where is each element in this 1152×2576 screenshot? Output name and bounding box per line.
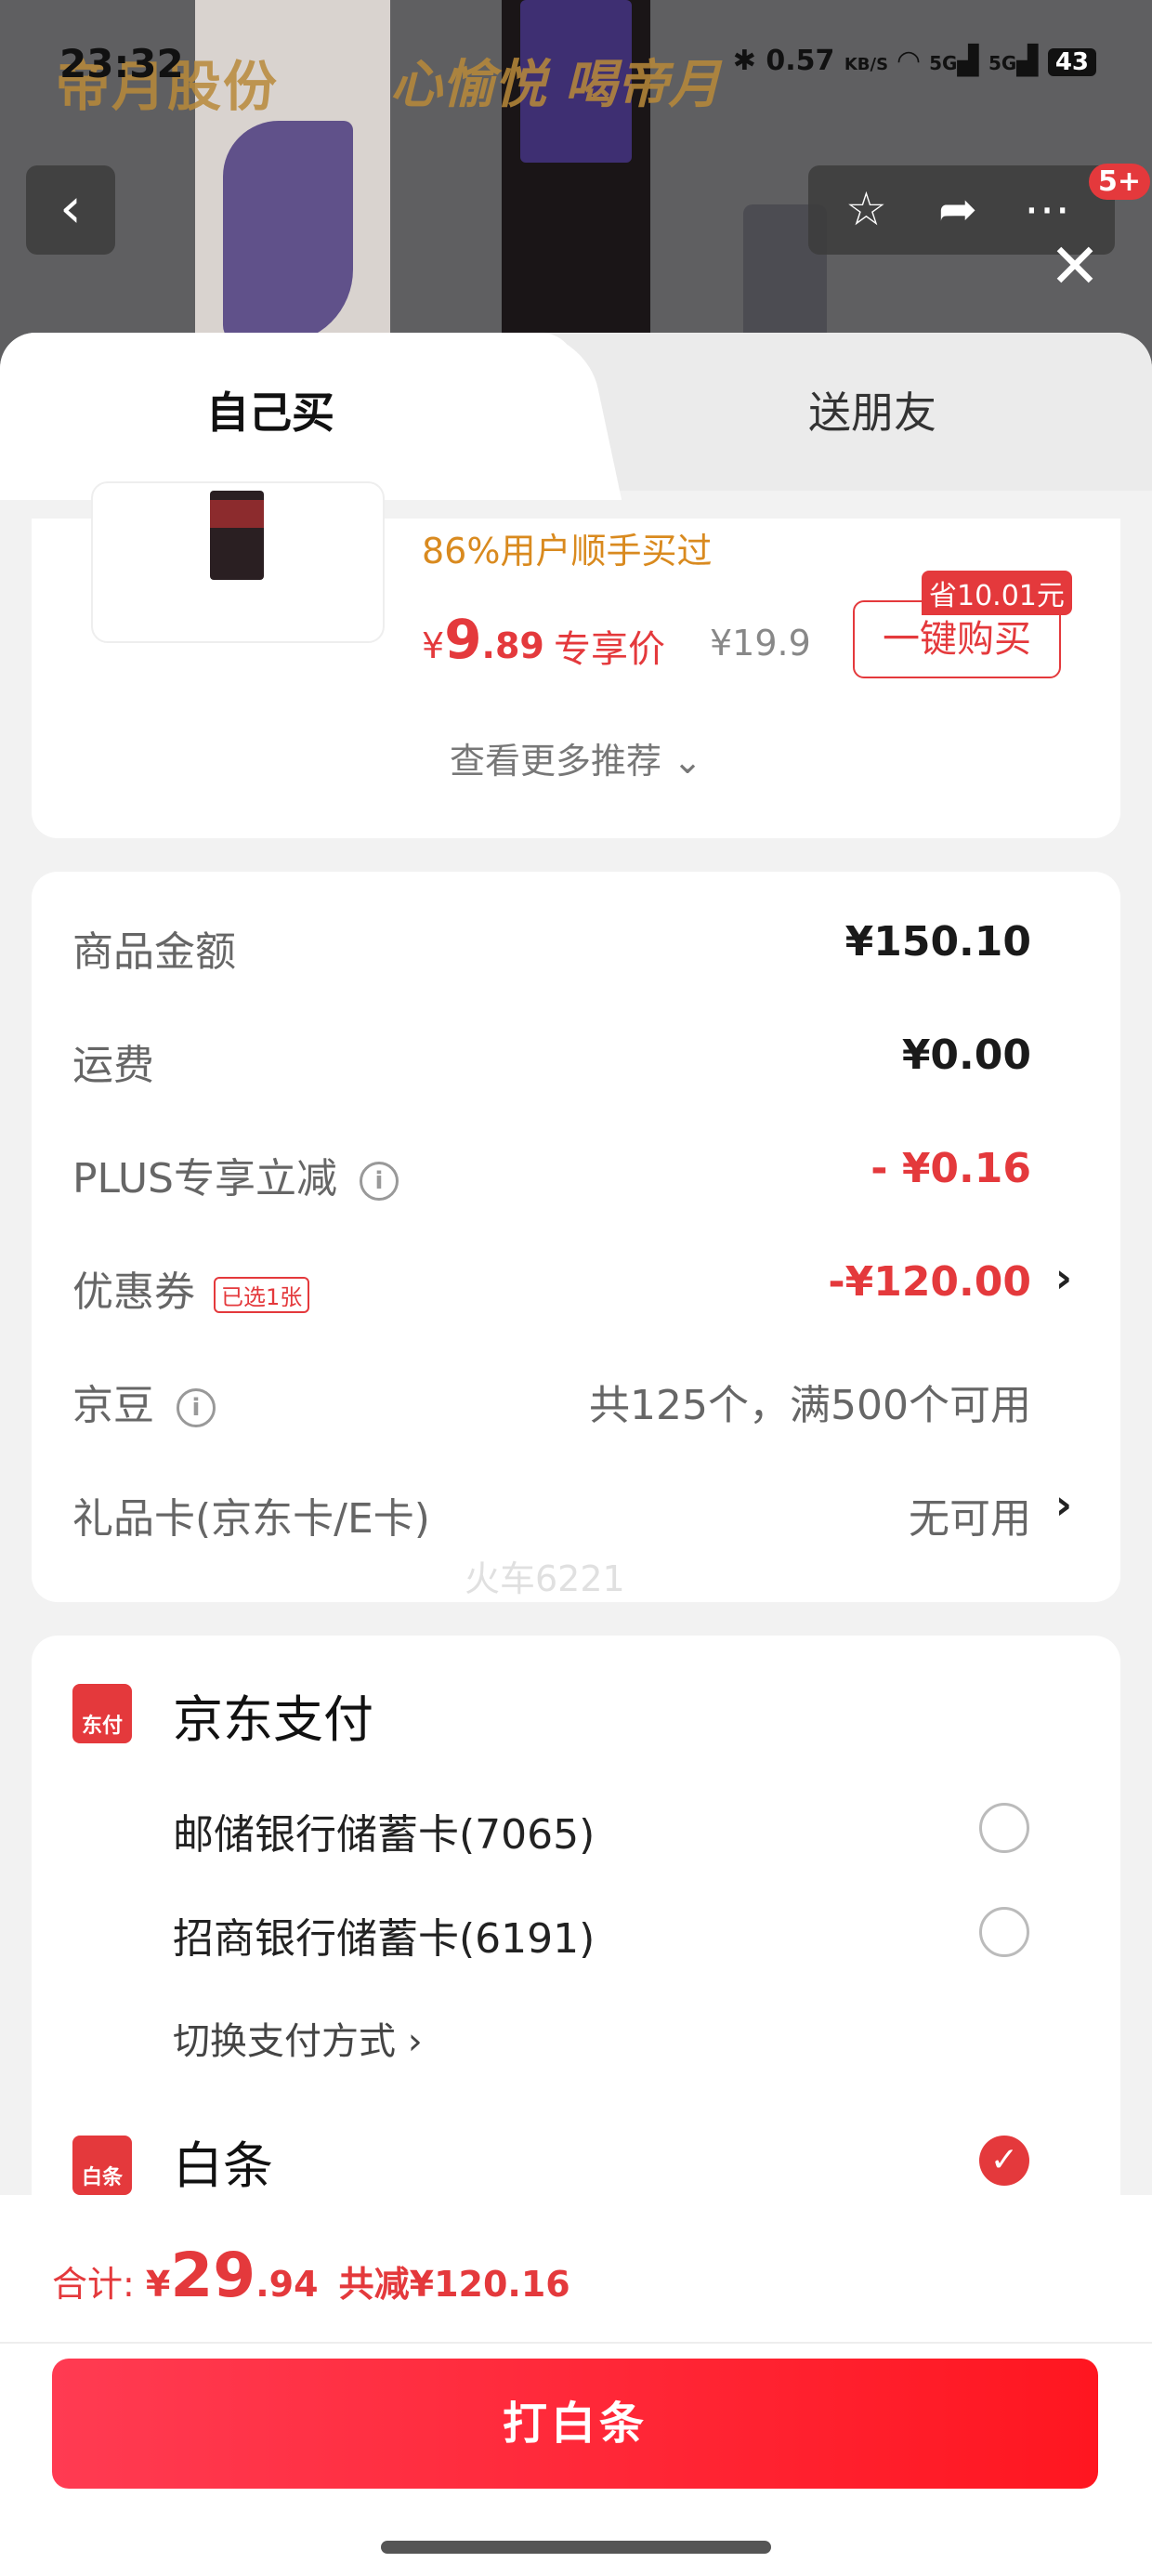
fee-summary-card: 商品金额 ¥150.10 运费 ¥0.00 PLUS专享立减i - ¥0.16 … — [32, 872, 1120, 1602]
coupon-row[interactable]: 优惠券已选1张 — [72, 1258, 309, 1318]
jd-pay-icon: 东付 — [72, 1684, 132, 1743]
more-icon[interactable]: ⋯ — [1024, 182, 1070, 236]
recommendation-card: 86%用户顺手买过 ¥9.89 专享价 ¥19.9 一键购买 省10.01元 查… — [32, 519, 1120, 838]
total-label: 合计: — [52, 2264, 135, 2305]
radio-psbc[interactable] — [979, 1803, 1029, 1853]
notification-badge: 5+ — [1089, 164, 1150, 200]
price-dec: .89 — [482, 625, 544, 666]
switch-payment-label: 切换支付方式 — [173, 2020, 396, 2063]
baitiao-icon: 白条 — [72, 2136, 132, 2195]
signal-5g-1: 5G — [929, 52, 957, 74]
chevron-right-icon[interactable]: › — [1055, 1255, 1072, 1302]
brand-slogan: 心愉悦 喝帝月 — [390, 43, 721, 118]
signal-bars-icon: ▟ — [1016, 45, 1038, 77]
battery-icon: 43 — [1048, 48, 1096, 76]
signal-bars-icon: ▟ — [957, 45, 978, 77]
share-icon[interactable]: ➦ — [938, 182, 977, 236]
net-speed: 0.57 — [766, 45, 834, 77]
shipping-label: 运费 — [72, 1032, 154, 1091]
pay-with-baitiao-button[interactable]: 打白条 — [52, 2359, 1098, 2489]
watermark-text: 火车6221 — [465, 1550, 625, 1601]
chevron-right-icon[interactable]: › — [1055, 1481, 1072, 1529]
bluetooth-icon: ✱ — [733, 45, 756, 77]
jd-pay-icon-label: 东付 — [82, 1715, 123, 1738]
favorite-star-icon[interactable]: ☆ — [845, 182, 887, 236]
goods-amount-value: ¥150.10 — [845, 918, 1031, 966]
coupon-selected-tag: 已选1张 — [214, 1277, 309, 1313]
tab-buy-self[interactable]: 自己买 — [206, 379, 334, 440]
total-summary: 合计: ¥29.94 共减¥120.16 — [52, 2240, 570, 2311]
chevron-left-icon: ‹ — [59, 176, 82, 241]
info-icon[interactable]: i — [177, 1388, 216, 1427]
coupon-label: 优惠券 — [72, 1268, 195, 1316]
baitiao-icon-label: 白条 — [82, 2166, 123, 2189]
total-dec: .94 — [255, 2264, 318, 2305]
divider — [0, 2342, 1152, 2344]
gift-card-value: 无可用 — [909, 1485, 1031, 1544]
radio-cmb[interactable] — [979, 1907, 1029, 1957]
close-icon[interactable]: ✕ — [1042, 236, 1107, 301]
bank-card-psbc[interactable]: 邮储银行储蓄卡(7065) — [173, 1801, 595, 1860]
back-button[interactable]: ‹ — [26, 165, 115, 255]
recommend-product-thumb[interactable] — [91, 481, 385, 643]
shipping-value: ¥0.00 — [902, 1032, 1031, 1079]
jd-beans-row: 京豆 i — [72, 1372, 216, 1431]
status-icons: ✱ 0.57 KB/S ◠ 5G▟ 5G▟ 43 — [733, 45, 1096, 77]
original-price: ¥19.9 — [710, 623, 811, 664]
price-currency: ¥ — [422, 625, 444, 666]
recommend-price: ¥9.89 — [422, 608, 544, 671]
jd-beans-value: 共125个，满500个可用 — [589, 1372, 1031, 1431]
jd-pay-title: 京东支付 — [173, 1678, 373, 1752]
goods-amount-label: 商品金额 — [72, 918, 236, 978]
chevron-right-icon: › — [408, 2020, 423, 2063]
jd-beans-label: 京豆 — [72, 1382, 154, 1429]
price-int: 9 — [444, 608, 481, 671]
plus-discount-label: PLUS专享立减 — [72, 1155, 337, 1203]
chevron-down-icon: ⌄ — [673, 741, 702, 782]
coupon-value: -¥120.00 — [828, 1258, 1031, 1306]
info-icon[interactable]: i — [360, 1162, 399, 1201]
radio-baitiao-checked[interactable]: ✓ — [979, 2136, 1029, 2186]
status-time: 23:32 — [59, 41, 184, 86]
net-unit: KB/S — [844, 55, 888, 74]
see-more-label: 查看更多推荐 — [450, 741, 661, 782]
wifi-icon: ◠ — [898, 45, 920, 77]
baitiao-title[interactable]: 白条 — [173, 2124, 273, 2198]
recommend-percent-text: 86%用户顺手买过 — [422, 522, 712, 573]
plus-discount-value: - ¥0.16 — [871, 1145, 1031, 1192]
exclusive-price-label: 专享价 — [554, 619, 665, 673]
see-more-recommendations[interactable]: 查看更多推荐 ⌄ — [32, 732, 1120, 783]
battery-level: 43 — [1055, 48, 1089, 76]
home-indicator[interactable] — [381, 2541, 771, 2554]
gift-card-label: 礼品卡(京东卡/E卡) — [72, 1485, 430, 1544]
plus-discount-row: PLUS专享立减 i — [72, 1145, 399, 1204]
tab-gift-friend[interactable]: 送朋友 — [808, 379, 936, 440]
switch-payment-method[interactable]: 切换支付方式 › — [173, 2011, 423, 2065]
signal-5g-2: 5G — [988, 52, 1016, 74]
checkout-footer: 合计: ¥29.94 共减¥120.16 打白条 — [0, 2195, 1152, 2576]
total-saved: 共减¥120.16 — [339, 2264, 570, 2305]
save-amount-tag: 省10.01元 — [922, 571, 1072, 615]
total-currency: ¥ — [146, 2264, 170, 2305]
total-int: 29 — [170, 2240, 255, 2311]
bank-card-cmb[interactable]: 招商银行储蓄卡(6191) — [173, 1905, 595, 1965]
